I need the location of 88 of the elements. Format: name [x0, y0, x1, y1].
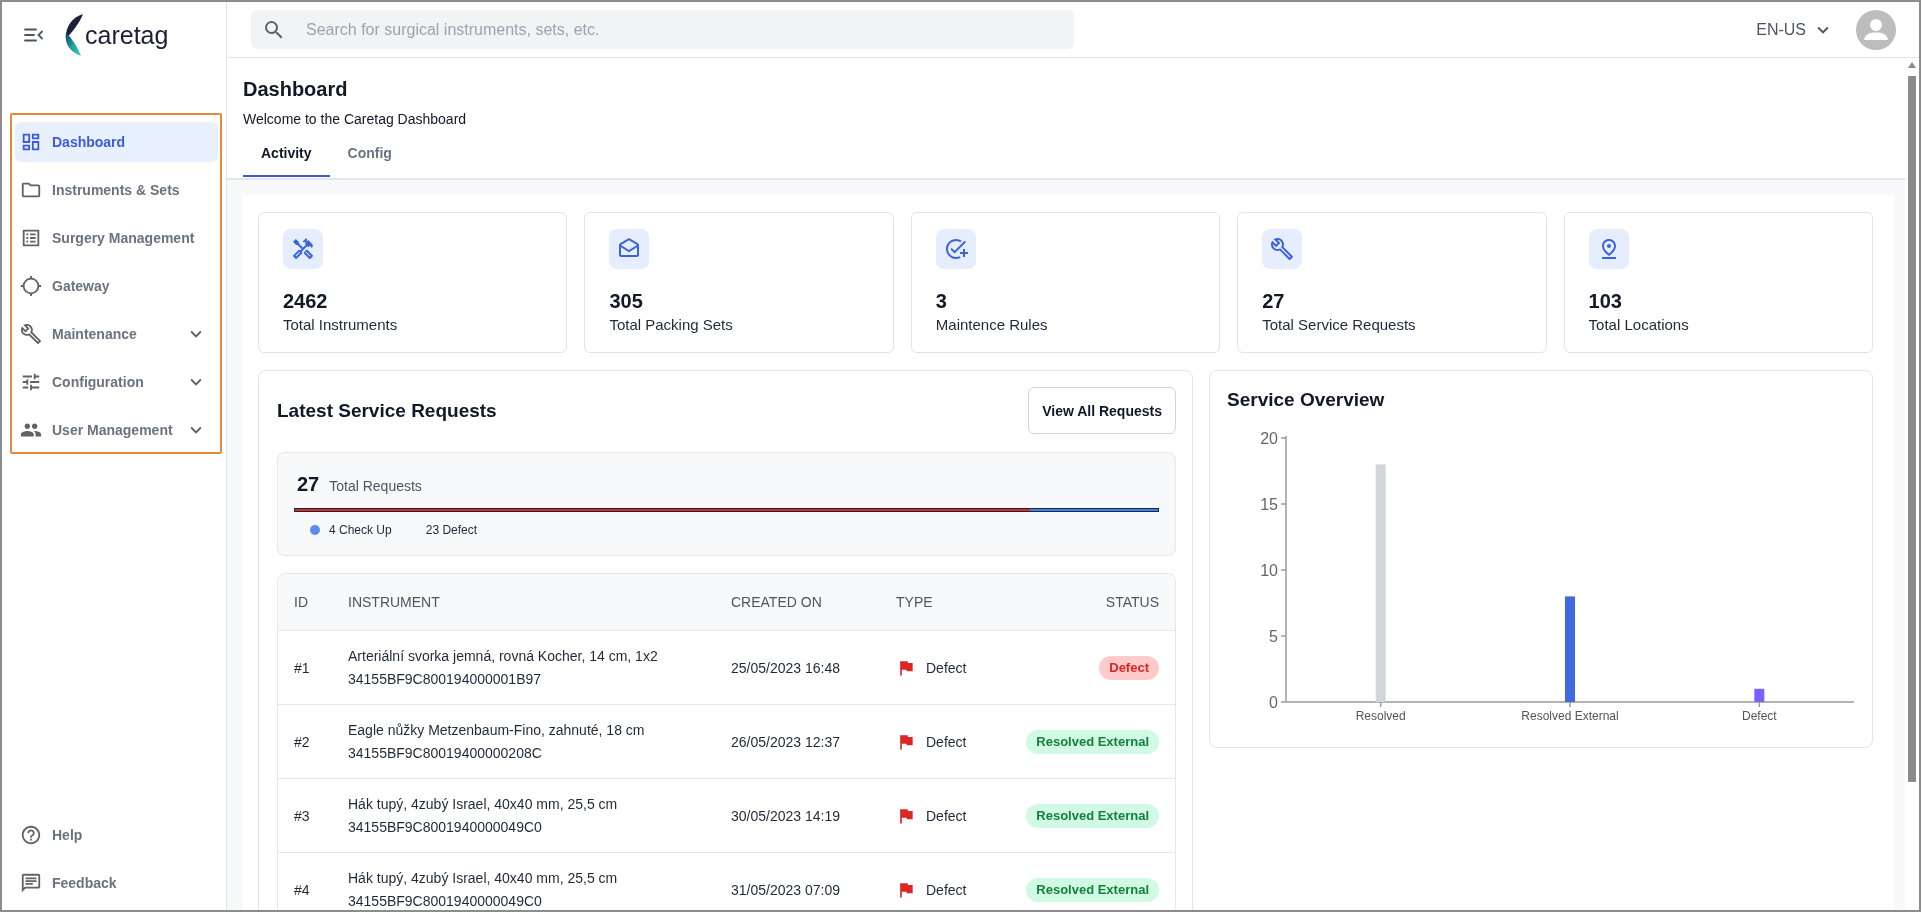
instrument-name: Hák tupý, 4zubý Israel, 40x40 mm, 25,5 cm: [348, 868, 619, 888]
search-field[interactable]: Search for surgical instruments, sets, etc.: [251, 10, 1074, 49]
column-header: TYPE: [896, 594, 934, 610]
status-badge: Resolved External: [1026, 803, 1159, 828]
avatar-icon[interactable]: [1856, 9, 1896, 50]
tools-icon: [283, 229, 323, 269]
envelope-icon: [609, 229, 650, 269]
type-label: Defect: [926, 881, 967, 898]
menu-icon[interactable]: [24, 28, 44, 42]
column-header: CREATED ON: [731, 594, 823, 610]
status-badge: Defect: [1099, 655, 1159, 680]
stat-value: 305: [609, 289, 643, 313]
tab[interactable]: Config: [329, 130, 410, 177]
y-tick-label: 20: [1260, 430, 1278, 447]
stat-label: Total Locations: [1588, 315, 1689, 335]
nav-item[interactable]: Gateway: [15, 266, 218, 306]
column-header: INSTRUMENT: [348, 594, 441, 610]
sliders-icon: [20, 371, 42, 393]
wrench-icon: [1262, 229, 1303, 269]
crosshair-icon: [20, 275, 42, 297]
instrument-tag: 34155BF9C80019400000208C: [348, 741, 731, 765]
date-cell-text: 30/05/2023 14:19: [731, 807, 841, 824]
instrument-tag: 34155BF9C800194000001B97: [348, 667, 731, 691]
legend-label: 4 Check Up: [329, 522, 392, 538]
date-cell-text: 25/05/2023 16:48: [731, 659, 841, 676]
id-cell-text: #3: [294, 807, 311, 824]
wrench-icon: [20, 323, 42, 345]
id-cell-text: #1: [294, 659, 311, 676]
chart-bar: [1754, 688, 1765, 702]
x-axis-label: Defect: [1742, 709, 1777, 723]
x-axis-label: Resolved: [1355, 709, 1406, 723]
date-cell-text: 26/05/2023 12:37: [731, 733, 841, 750]
stat-label: Total Packing Sets: [609, 315, 733, 335]
panel-title: Latest Service Requests: [277, 398, 497, 423]
sidebar-link[interactable]: Help: [20, 815, 83, 855]
total-count: 27: [297, 472, 320, 496]
type-label: Defect: [926, 733, 967, 750]
location-pin-icon: [1588, 229, 1629, 269]
nav-item[interactable]: Maintenance: [15, 314, 218, 354]
stat-label: Total Instruments: [283, 315, 398, 335]
logo-text[interactable]: caretag: [85, 20, 169, 50]
stat-label: Total Service Requests: [1262, 315, 1416, 335]
panel-title: Service Overview: [1227, 388, 1386, 412]
stat-value: 103: [1588, 289, 1622, 313]
nav-item[interactable]: Surgery Management: [15, 218, 218, 258]
scroll-up-icon[interactable]: [1908, 62, 1916, 68]
list-icon: [20, 227, 42, 249]
column-header: ID: [294, 594, 309, 610]
stat-value: 2462: [283, 289, 328, 313]
id-cell-text: #4: [294, 881, 311, 898]
legend-label: 23 Defect: [425, 522, 478, 538]
language-selector[interactable]: EN-US: [1756, 18, 1834, 41]
status-badge: Resolved External: [1026, 729, 1159, 754]
check-circle-plus-icon: [935, 229, 976, 269]
type-label: Defect: [926, 807, 967, 824]
y-tick-label: 15: [1260, 496, 1278, 513]
sidebar-link[interactable]: Feedback: [20, 863, 117, 903]
nav-item[interactable]: Instruments & Sets: [15, 170, 218, 210]
tab[interactable]: Activity: [243, 130, 330, 177]
instrument-name: Hák tupý, 4zubý Israel, 40x40 mm, 25,5 cm: [348, 794, 619, 814]
grid-icon: [20, 131, 42, 153]
instrument-name: Eagle nůžky Metzenbaum-Fino, zahnuté, 18 cm: [348, 720, 646, 740]
nav-item[interactable]: User Management: [15, 410, 218, 450]
column-header: STATUS: [1105, 594, 1159, 610]
page-title: Dashboard: [243, 77, 349, 101]
instrument-name: Arteriální svorka jemná, rovná Kocher, 14 cm, 1x2: [348, 646, 659, 666]
stat-value: 3: [935, 289, 947, 313]
nav-item[interactable]: Dashboard: [15, 122, 218, 162]
stat-value: 27: [1262, 289, 1285, 313]
x-axis-label: Resolved External: [1521, 709, 1619, 723]
nav-item[interactable]: Configuration: [15, 362, 218, 402]
scrollbar-thumb[interactable]: [1908, 76, 1916, 782]
y-tick-label: 0: [1269, 694, 1278, 711]
logo-mark-icon: [64, 14, 84, 56]
type-label: Defect: [926, 659, 967, 676]
id-cell-text: #2: [294, 733, 311, 750]
status-badge: Resolved External: [1026, 877, 1159, 902]
help-icon: [20, 824, 42, 846]
chat-bubble-icon: [20, 872, 42, 894]
stat-label: Maintence Rules: [935, 315, 1048, 335]
instrument-tag: 34155BF9C8001940000049C0: [348, 889, 731, 910]
y-tick-label: 5: [1269, 628, 1278, 645]
page-subtitle: Welcome to the Caretag Dashboard: [243, 110, 468, 129]
y-tick-label: 10: [1260, 562, 1278, 579]
date-cell-text: 31/05/2023 07:09: [731, 881, 841, 898]
view-all-button[interactable]: View All Requests: [1028, 387, 1176, 434]
total-label: Total Requests: [329, 478, 422, 494]
instrument-tag: 34155BF9C8001940000049C0: [348, 815, 731, 839]
